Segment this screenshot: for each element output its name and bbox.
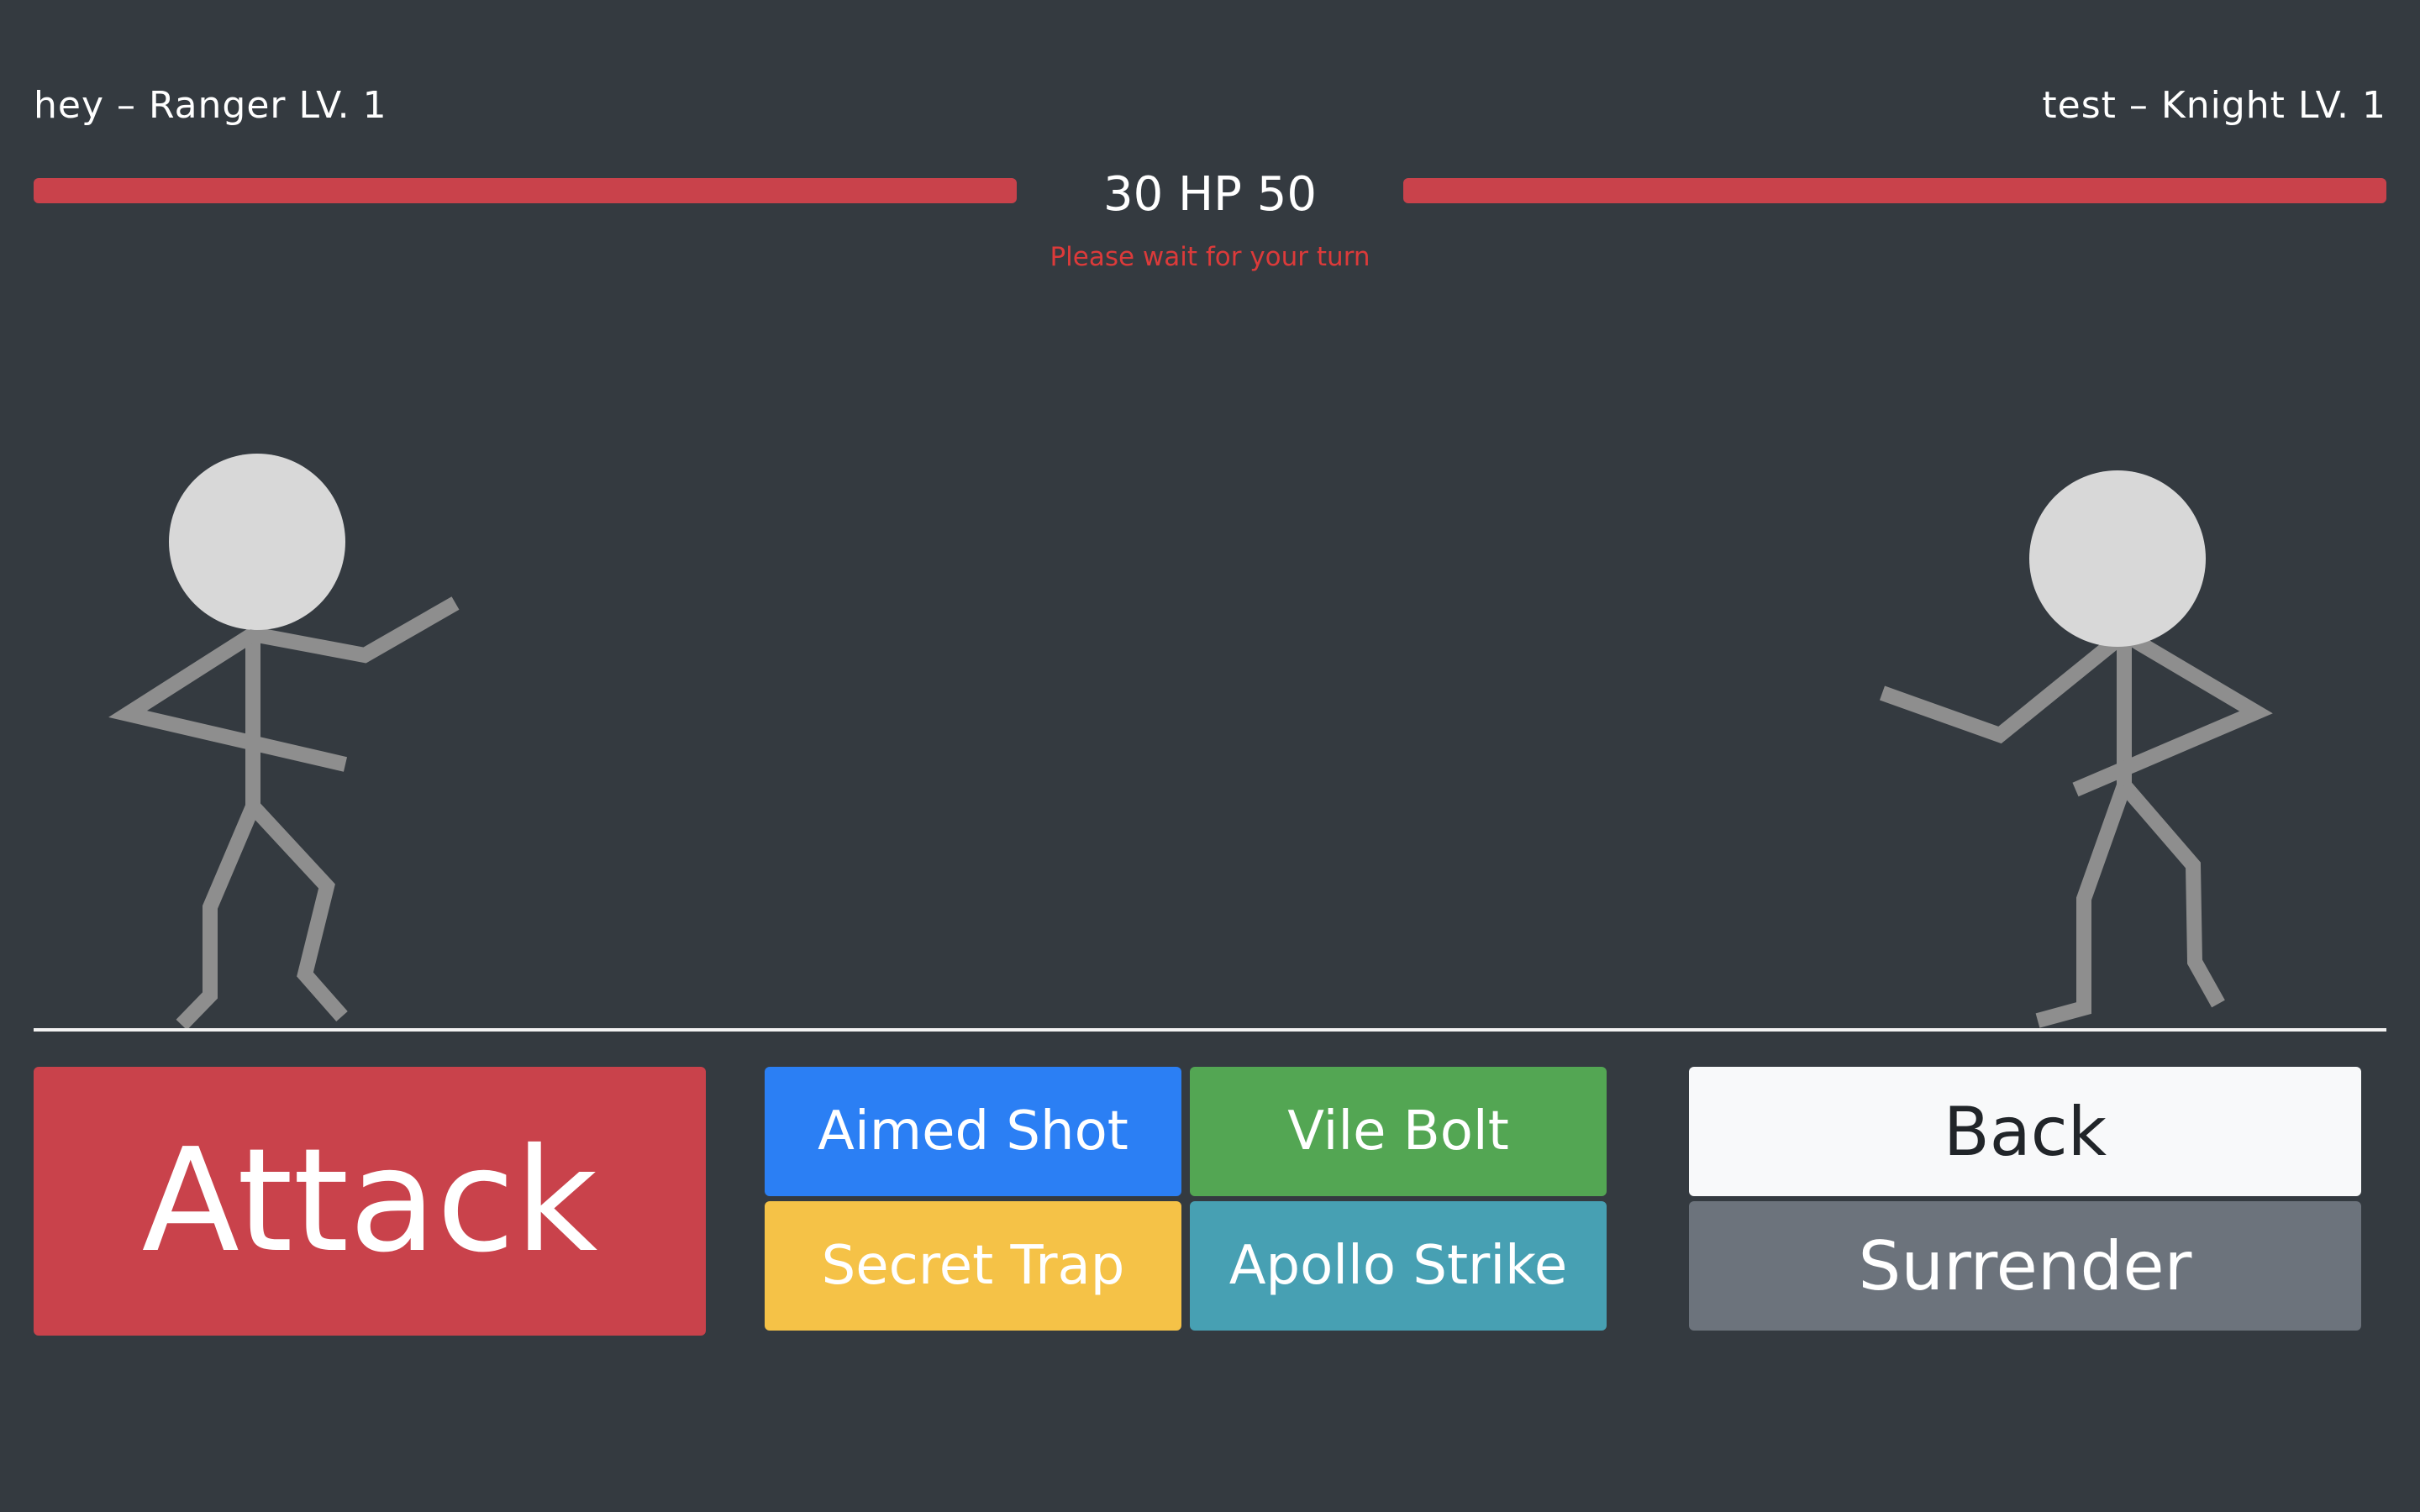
skill-apollo-strike-button[interactable]: Apollo Strike — [1190, 1201, 1607, 1331]
skill-aimed-shot-button[interactable]: Aimed Shot — [765, 1067, 1181, 1196]
skill-vile-bolt-button[interactable]: Vile Bolt — [1190, 1067, 1607, 1196]
battle-arena — [34, 454, 2386, 1032]
player-stick-figure — [108, 454, 460, 1031]
opponent-stick-figure — [1879, 470, 2273, 1028]
surrender-button[interactable]: Surrender — [1689, 1201, 2361, 1331]
attack-button[interactable]: Attack — [34, 1067, 706, 1336]
skill-secret-trap-button[interactable]: Secret Trap — [765, 1201, 1181, 1331]
back-button[interactable]: Back — [1689, 1067, 2361, 1196]
